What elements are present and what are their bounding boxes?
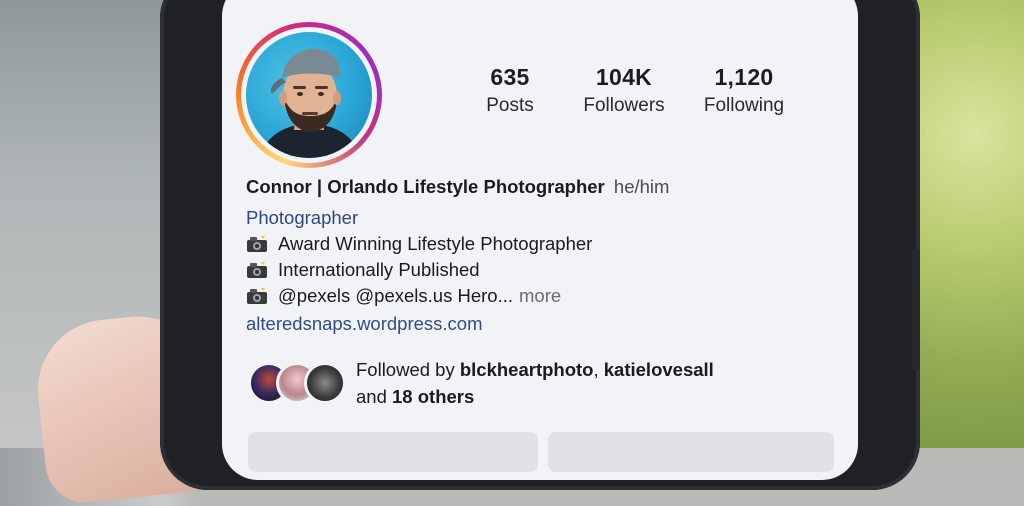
posts-count: 635 — [490, 64, 530, 90]
bio-text-3: @pexels @pexels.us Hero... — [278, 285, 513, 306]
story-ring[interactable] — [236, 22, 382, 168]
posts-label: Posts — [486, 95, 534, 116]
phone-screen: 635 Posts 104K Followers 1,120 Following… — [222, 0, 858, 480]
follower-name-1: blckheartphoto — [459, 359, 594, 380]
followed-by-text: Followed by blckheartphoto, katielovesal… — [356, 356, 714, 410]
bio-text-2: Internationally Published — [278, 259, 480, 280]
avatar[interactable] — [246, 32, 372, 158]
following-label: Following — [703, 95, 785, 116]
bio-line: Award Winning Lifestyle Photographer — [246, 233, 846, 255]
message-button[interactable] — [548, 432, 834, 472]
pronouns: he/him — [613, 176, 670, 197]
following-count: 1,120 — [714, 64, 774, 90]
bio-line: Internationally Published — [246, 259, 846, 281]
followers-label: Followers — [583, 95, 665, 116]
bio-line: @pexels @pexels.us Hero... more — [246, 285, 846, 307]
follow-button[interactable] — [248, 432, 538, 472]
bio-text-1: Award Winning Lifestyle Photographer — [278, 233, 593, 254]
followed-by-prefix: Followed by — [356, 359, 460, 380]
profile-bio: Connor | Orlando Lifestyle Photographer … — [246, 176, 846, 335]
profile-name: Connor | Orlando Lifestyle Photographer — [246, 176, 605, 197]
website-link[interactable]: alteredsnaps.wordpress.com — [246, 313, 846, 335]
followed-by-and: and — [356, 386, 393, 407]
stat-following[interactable]: 1,120 Following — [692, 64, 796, 117]
camera-with-flash-icon — [246, 261, 268, 279]
camera-with-flash-icon — [246, 287, 268, 305]
follower-avatar — [304, 362, 346, 404]
more-link[interactable]: more — [519, 285, 561, 307]
followed-by-separator: , — [593, 359, 604, 380]
profile-category[interactable]: Photographer — [246, 207, 846, 229]
followed-by-section[interactable]: Followed by blckheartphoto, katielovesal… — [248, 352, 848, 412]
camera-with-flash-icon — [246, 235, 268, 253]
avatar-portrait — [260, 48, 360, 158]
profile-name-line: Connor | Orlando Lifestyle Photographer … — [246, 176, 846, 198]
phone-side-button — [912, 250, 920, 370]
stat-followers[interactable]: 104K Followers — [574, 64, 674, 117]
followers-count: 104K — [595, 64, 653, 90]
avatar-gap — [241, 27, 377, 163]
stat-posts[interactable]: 635 Posts — [470, 64, 550, 117]
followed-by-others: 18 others — [392, 386, 475, 407]
follower-name-2: katielovesall — [603, 359, 714, 380]
